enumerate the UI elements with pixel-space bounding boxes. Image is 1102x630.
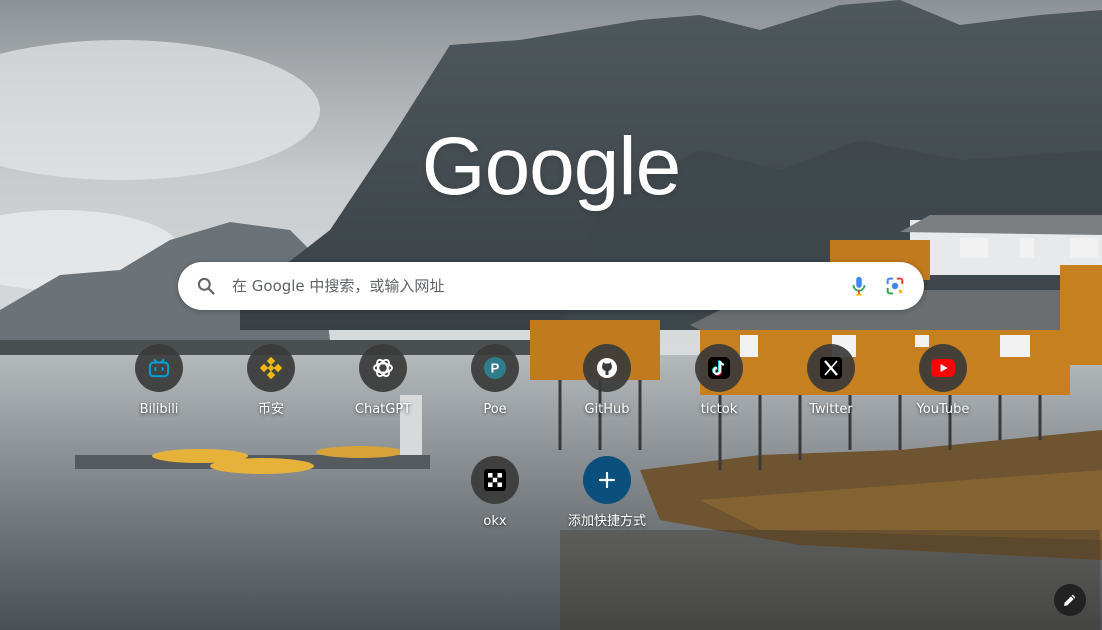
shortcut-tictok[interactable]: tictok [671, 344, 767, 450]
shortcut-label: Poe [483, 402, 507, 417]
shortcut-label: Bilibili [139, 402, 179, 417]
binance-icon [259, 356, 283, 380]
shortcut-chatgpt[interactable]: ChatGPT [335, 344, 431, 450]
shortcut-bilibili[interactable]: Bilibili [111, 344, 207, 450]
shortcut-label: 币安 [257, 402, 284, 417]
shortcut-icon-container [359, 344, 407, 392]
shortcut-icon-container [807, 344, 855, 392]
x-icon [820, 357, 842, 379]
shortcut-icon-container: P [471, 344, 519, 392]
bilibili-icon [148, 358, 170, 378]
shortcut-binance[interactable]: 币安 [223, 344, 319, 450]
shortcut-label: 添加快捷方式 [567, 514, 646, 529]
add-shortcut-button[interactable]: 添加快捷方式 [559, 456, 655, 562]
shortcut-twitter[interactable]: Twitter [783, 344, 879, 450]
shortcut-youtube[interactable]: YouTube [895, 344, 991, 450]
shortcut-label: ChatGPT [354, 402, 412, 417]
shortcut-icon-container [471, 456, 519, 504]
search-box[interactable] [178, 262, 924, 310]
shortcut-okx[interactable]: okx [447, 456, 543, 562]
tiktok-icon [708, 357, 730, 379]
shortcut-poe[interactable]: P Poe [447, 344, 543, 450]
poe-icon: P [484, 357, 506, 379]
shortcut-label: YouTube [916, 402, 970, 417]
okx-icon [484, 469, 506, 491]
shortcut-label: GitHub [584, 402, 630, 417]
search-icon [197, 277, 215, 295]
shortcut-icon-container [583, 344, 631, 392]
github-icon [597, 358, 617, 378]
shortcut-label: Twitter [809, 402, 853, 417]
shortcut-icon-container [247, 344, 295, 392]
youtube-icon [931, 359, 955, 377]
customize-button[interactable] [1054, 584, 1086, 616]
shortcut-github[interactable]: GitHub [559, 344, 655, 450]
shortcut-label: okx [483, 514, 507, 529]
chatgpt-icon [373, 358, 393, 378]
svg-text:P: P [491, 361, 500, 376]
google-logo: Google [421, 121, 681, 212]
shortcut-icon-container [695, 344, 743, 392]
shortcut-icon-container [919, 344, 967, 392]
search-input[interactable] [230, 276, 848, 296]
shortcut-label: tictok [700, 402, 738, 417]
shortcut-icon-container [135, 344, 183, 392]
background-image [0, 0, 1102, 630]
pencil-icon [1064, 594, 1076, 606]
microphone-icon[interactable] [848, 275, 870, 297]
shortcut-icon-container [583, 456, 631, 504]
plus-icon [598, 471, 616, 489]
google-lens-icon[interactable] [884, 275, 906, 297]
